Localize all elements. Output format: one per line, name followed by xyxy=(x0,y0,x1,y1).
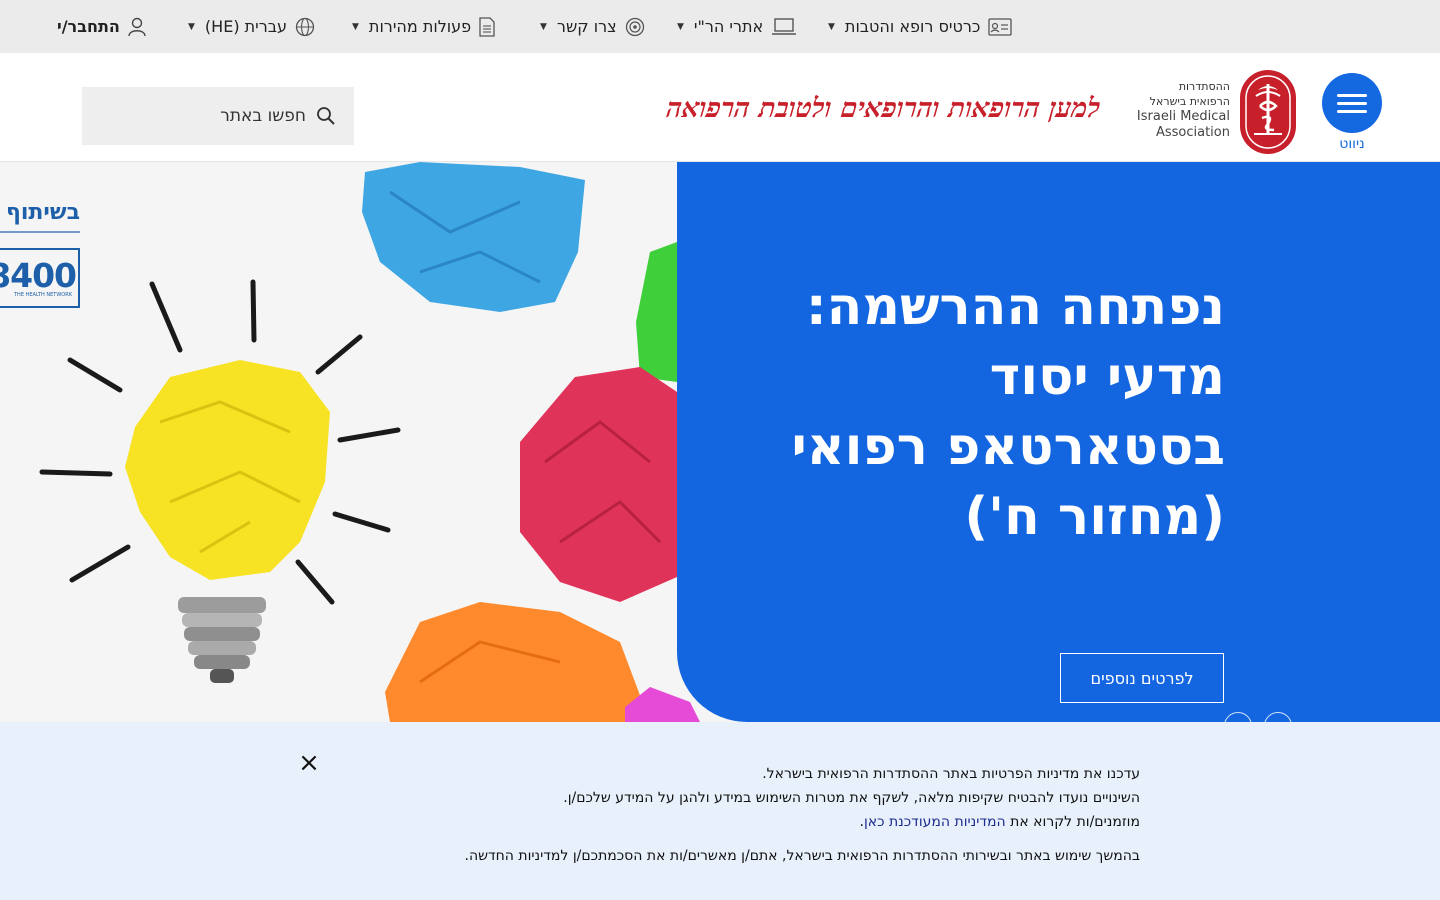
hamburger-icon xyxy=(1337,109,1367,113)
login-label: התחבר/י xyxy=(57,17,120,36)
site-slogan: למען הרופאות והרופאים ולטובת הרפואה xyxy=(664,93,1102,124)
navigation-menu-button[interactable] xyxy=(1322,73,1382,133)
hero-title-line: נפתחה ההרשמה: xyxy=(805,277,1225,337)
org-name-he-line: ההסתדרות xyxy=(1178,80,1230,93)
privacy-banner-text: עדכנו את מדיניות הפרטיות באתר ההסתדרות ה… xyxy=(400,762,1141,868)
topbar-item-quick-actions[interactable]: פעולות מהירות ▼ xyxy=(352,0,495,53)
chevron-down-icon: ▼ xyxy=(677,21,684,32)
topbar-item-doctor-card[interactable]: כרטיס רופא והטבות ▼ xyxy=(828,0,1012,53)
topbar-item-ima-sites[interactable]: אתרי הר"י ▼ xyxy=(677,0,797,53)
topbar-item-language[interactable]: עברית (HE) ▼ xyxy=(188,0,315,53)
more-details-button[interactable]: לפרטים נוספים xyxy=(1060,653,1224,703)
chevron-down-icon: ▼ xyxy=(188,21,195,32)
site-header: ניווט ההסתדרות הרפואית בישראל Israeli Me… xyxy=(0,53,1440,162)
partner-logo: בשיתוף 8400 THE HEALTH NETWORK xyxy=(0,198,82,310)
hero-title: נפתחה ההרשמה: מדעי יסוד בסטארטאפ רפואי (… xyxy=(760,272,1225,552)
privacy-link-prefix: מוזמנים/ות לקרוא את xyxy=(1005,814,1140,830)
laptop-icon xyxy=(772,17,797,35)
org-name-he-line: הרפואית בישראל xyxy=(1149,95,1230,108)
login-link[interactable]: התחבר/י xyxy=(57,0,146,53)
privacy-text-line: מוזמנים/ות לקרוא את המדיניות המעודכנת כא… xyxy=(400,810,1140,834)
contact-icon xyxy=(625,17,644,36)
hero-title-line: מדעי יסוד xyxy=(989,347,1225,407)
topbar-item-label: אתרי הר"י xyxy=(693,17,764,36)
globe-icon xyxy=(295,17,315,36)
topbar-item-label: עברית (HE) xyxy=(204,17,288,36)
ima-org-name: ההסתדרות הרפואית בישראל Israeli Medical … xyxy=(1116,79,1230,141)
topbar-item-label: צרו קשר xyxy=(556,17,617,36)
topbar-item-contact[interactable]: צרו קשר ▼ xyxy=(540,0,645,53)
search-icon[interactable] xyxy=(316,106,336,126)
topbar-item-label: כרטיס רופא והטבות xyxy=(844,17,981,36)
privacy-text-line: עדכנו את מדיניות הפרטיות באתר ההסתדרות ה… xyxy=(762,766,1140,782)
partner-number: 8400 xyxy=(0,256,77,295)
search-placeholder: חפשו באתר xyxy=(220,106,306,126)
hero-title-line: בסטארטאפ רפואי xyxy=(791,417,1225,477)
chevron-down-icon: ▼ xyxy=(352,21,359,32)
partner-subtitle: THE HEALTH NETWORK xyxy=(14,292,72,298)
document-icon xyxy=(479,16,495,37)
hamburger-icon xyxy=(1337,101,1367,105)
privacy-policy-link[interactable]: המדיניות המעודכנת כאן xyxy=(864,814,1006,830)
hamburger-icon xyxy=(1337,93,1367,97)
chevron-down-icon: ▼ xyxy=(540,21,547,32)
privacy-banner: × עדכנו את מדיניות הפרטיות באתר ההסתדרות… xyxy=(0,722,1440,900)
id-card-icon xyxy=(988,17,1012,36)
org-name-en-line: Israeli Medical xyxy=(1136,109,1230,124)
hero-image-paper-lightbulb xyxy=(0,162,760,722)
hero-banner: בשיתוף 8400 THE HEALTH NETWORK נפתחה ההר… xyxy=(0,162,1440,722)
partner-label: בשיתוף xyxy=(5,200,80,225)
topbar-item-label: פעולות מהירות xyxy=(368,17,472,36)
privacy-text-line: השינויים נועדו להבטיח שקיפות מלאה, לשקף … xyxy=(563,790,1140,806)
partner-divider xyxy=(0,231,80,233)
site-search[interactable]: חפשו באתר xyxy=(82,87,354,145)
org-name-en-line: Association xyxy=(1155,125,1230,140)
close-icon[interactable]: × xyxy=(296,750,322,776)
hero-title-line: (מחזור ח') xyxy=(964,487,1225,547)
top-utility-bar: כרטיס רופא והטבות ▼ אתרי הר"י ▼ צרו קשר … xyxy=(0,0,1440,53)
user-icon xyxy=(128,17,146,36)
chevron-down-icon: ▼ xyxy=(828,21,835,32)
ima-emblem-logo[interactable] xyxy=(1238,68,1298,156)
privacy-text-line: בהמשך שימוש באתר ובשירותי ההסתדרות הרפוא… xyxy=(464,848,1141,864)
navigation-label[interactable]: ניווט xyxy=(1322,136,1382,152)
